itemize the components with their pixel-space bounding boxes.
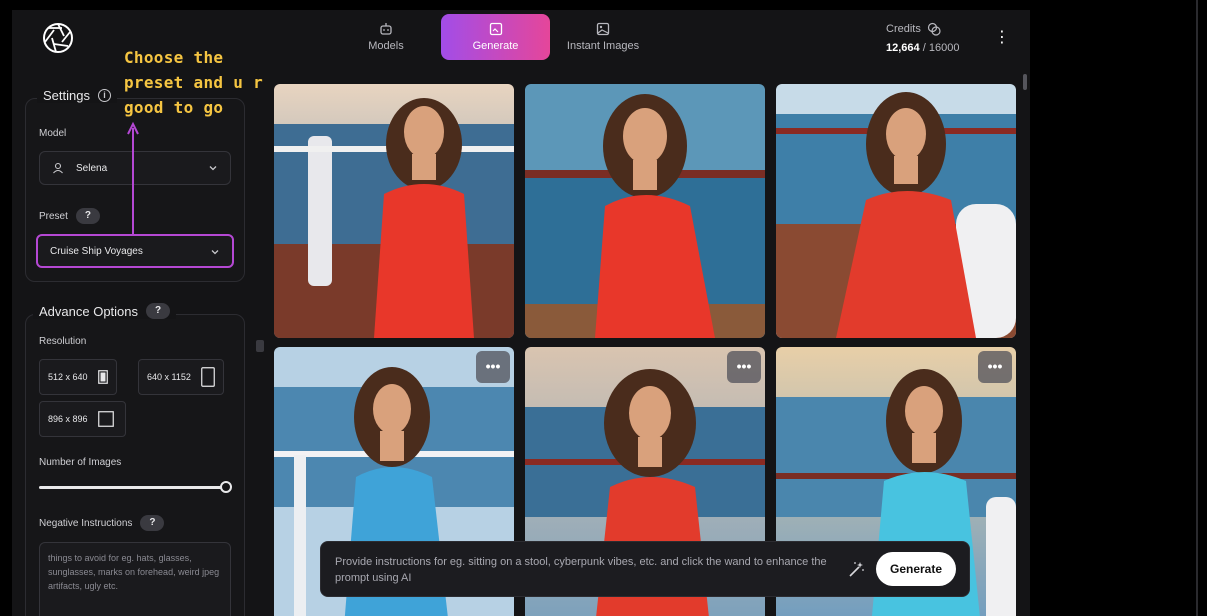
generated-image-3[interactable] — [776, 84, 1016, 338]
tab-instant-images[interactable]: Instant Images — [560, 14, 646, 60]
robot-icon — [380, 23, 392, 35]
resolution-option-640x1152[interactable]: 640 x 1152 — [138, 359, 224, 395]
slider-thumb[interactable] — [220, 481, 232, 493]
photo-icon — [596, 22, 610, 36]
prompt-input[interactable]: Provide instructions for eg. sitting on … — [335, 554, 835, 586]
tab-instant-images-label: Instant Images — [566, 40, 640, 52]
credits-display: Credits 12,664 / 16000 — [886, 22, 959, 54]
annotation-line-3: good to go — [124, 98, 224, 117]
negative-instructions-label-text: Negative Instructions — [39, 517, 133, 529]
slider-track — [39, 486, 227, 489]
resolution-option-label: 896 x 896 — [48, 414, 88, 424]
advance-options-title: Advance Options ? — [33, 303, 177, 319]
number-of-images-slider[interactable] — [39, 481, 232, 493]
negative-instructions-label: Negative Instructions ? — [39, 515, 165, 531]
resolution-option-512x640[interactable]: 512 x 640 — [39, 359, 117, 395]
more-options-icon[interactable]: ⋮ — [994, 28, 1010, 48]
cruise-photo-red-dress-icon — [274, 84, 514, 338]
generated-image-1[interactable] — [274, 84, 514, 338]
annotation-line-2: preset and u r — [124, 73, 264, 92]
generate-button[interactable]: Generate — [876, 552, 956, 586]
advance-help-badge[interactable]: ? — [146, 303, 171, 319]
tab-generate-label: Generate — [472, 40, 519, 52]
negative-instructions-textarea[interactable]: things to avoid for eg. hats, glasses, s… — [39, 542, 231, 616]
cruise-photo-red-dress-icon — [776, 84, 1016, 338]
tab-generate[interactable]: Generate — [441, 14, 550, 60]
magic-wand-icon[interactable] — [847, 561, 865, 579]
credits-label: Credits — [886, 23, 921, 35]
image-options-button[interactable]: ••• — [727, 351, 761, 383]
annotation-line-1: Choose the — [124, 48, 224, 67]
coins-icon — [927, 22, 941, 36]
tab-models-label: Models — [368, 40, 404, 52]
window-divider — [1196, 0, 1198, 616]
resolution-label: Resolution — [39, 336, 87, 347]
credits-current: 12,664 — [886, 42, 920, 54]
generated-image-2[interactable] — [525, 84, 765, 338]
app-window: Models Generate Instant Images Credits 1… — [12, 10, 1030, 616]
prompt-bar: Provide instructions for eg. sitting on … — [320, 541, 970, 597]
image-frame-icon — [489, 22, 502, 36]
resolution-option-896x896[interactable]: 896 x 896 — [39, 401, 126, 437]
image-options-button[interactable]: ••• — [978, 351, 1012, 383]
resolution-option-label: 512 x 640 — [48, 372, 88, 382]
gallery-scrollbar[interactable] — [1023, 74, 1027, 90]
negative-help-badge[interactable]: ? — [140, 515, 165, 531]
advance-options-title-text: Advance Options — [39, 303, 139, 319]
portrait-outline-icon — [201, 367, 215, 387]
credits-total: 16000 — [928, 42, 960, 54]
cruise-photo-red-dress-icon — [525, 84, 765, 338]
credits-separator: / — [922, 42, 926, 54]
annotation-callout: Choose the preset and u r good to go — [124, 45, 274, 120]
panel-collapse-handle[interactable] — [256, 340, 264, 352]
resolution-option-label: 640 x 1152 — [147, 372, 191, 382]
number-of-images-label: Number of Images — [39, 457, 122, 468]
tab-models[interactable]: Models — [357, 14, 415, 60]
portrait-filled-icon — [97, 370, 108, 384]
image-options-button[interactable]: ••• — [476, 351, 510, 383]
square-outline-icon — [97, 411, 114, 427]
